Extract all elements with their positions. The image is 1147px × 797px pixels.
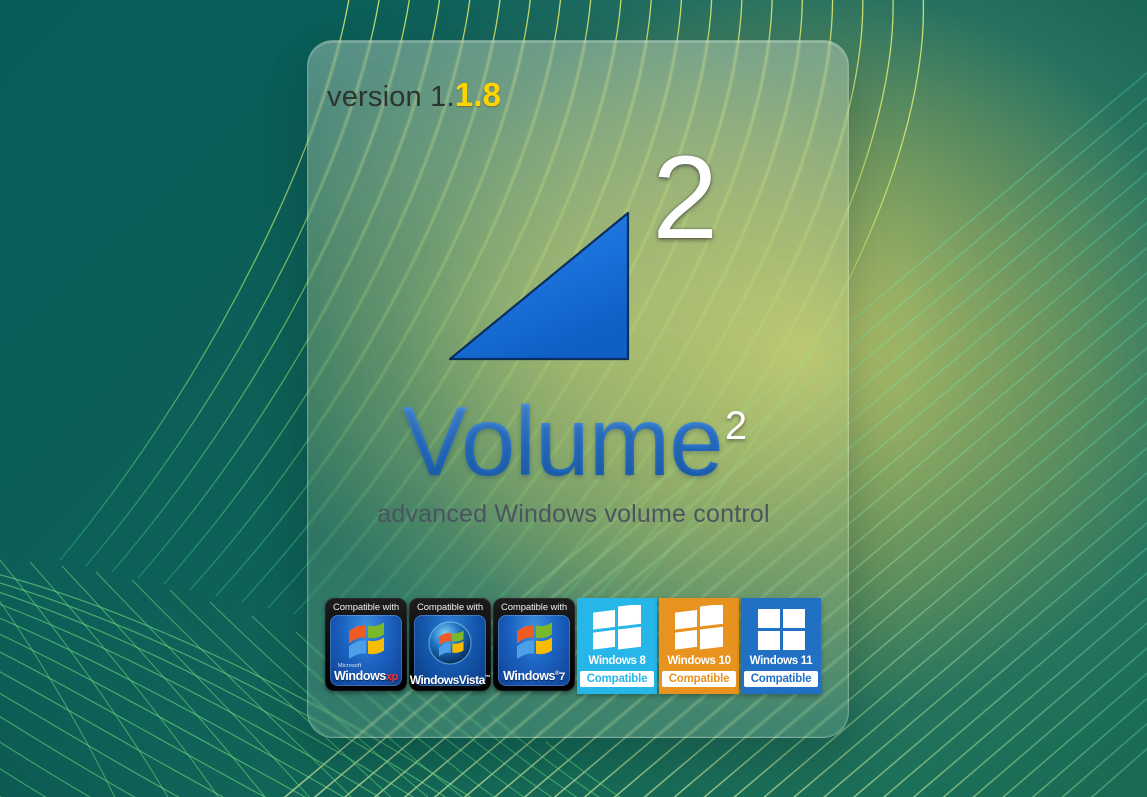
windows-squares-icon — [593, 605, 641, 650]
badge-windows-7: Compatible with Windows®7 — [493, 598, 575, 691]
version-label: version 1.1.8 — [327, 76, 501, 114]
badge-os-name: Windows 10 — [667, 655, 731, 667]
windows-squares-icon — [675, 605, 723, 650]
badge-top-label: Compatible with — [416, 602, 484, 613]
badge-os-name-text: WindowsVista — [409, 673, 486, 687]
windows-orb-icon — [428, 621, 472, 665]
badge-compatible-pill: Compatible — [743, 671, 819, 687]
badge-windows-8: Windows 8 Compatible — [577, 598, 657, 694]
badge-windows-10: Windows 10 Compatible — [659, 598, 739, 694]
badge-windows-11: Windows 11 Compatible — [741, 598, 821, 694]
windows-squares-icon — [758, 609, 805, 650]
wordmark-text: Volume — [401, 386, 724, 496]
product-wordmark: Volume2 — [0, 392, 1147, 490]
product-tagline: advanced Windows volume control — [377, 500, 770, 528]
version-prefix: version 1. — [327, 81, 455, 113]
badge-os-name: Windows®7 — [503, 669, 565, 683]
badge-body: Windows®7 — [498, 615, 570, 686]
badge-os-name-text: Windows — [503, 669, 556, 683]
badge-top-label: Compatible with — [332, 602, 400, 613]
badge-top-label: Compatible with — [500, 602, 568, 613]
compatibility-badge-row: Compatible with Microsoft Windowsxp Comp… — [325, 598, 821, 694]
badge-windows-vista: Compatible with WindowsVista™ — [409, 598, 491, 691]
logo-superscript: 2 — [652, 132, 718, 264]
badge-os-name: WindowsVista™ — [409, 673, 491, 687]
badge-compatible-pill: Compatible — [579, 671, 655, 687]
badge-os-suffix: 7 — [559, 671, 565, 683]
badge-body: Microsoft Windowsxp — [330, 615, 402, 686]
app-logo: 2 — [440, 139, 720, 365]
splash-screen: version 1.1.8 2 Volume2 advanced Windows… — [0, 0, 1147, 797]
badge-windows-xp: Compatible with Microsoft Windowsxp — [325, 598, 407, 691]
badge-os-suffix: xp — [385, 671, 398, 683]
badge-os-name: Windowsxp — [330, 669, 402, 683]
windows-flag-icon — [349, 622, 384, 658]
badge-os-name-text: Windows — [334, 669, 386, 683]
badge-os-name: Windows 8 — [588, 655, 646, 667]
wordmark-superscript: 2 — [724, 403, 748, 448]
windows-flag-icon — [517, 622, 552, 658]
badge-compatible-pill: Compatible — [661, 671, 737, 687]
badge-os-name: Windows 11 — [749, 655, 813, 667]
version-number: 1.8 — [454, 76, 502, 113]
